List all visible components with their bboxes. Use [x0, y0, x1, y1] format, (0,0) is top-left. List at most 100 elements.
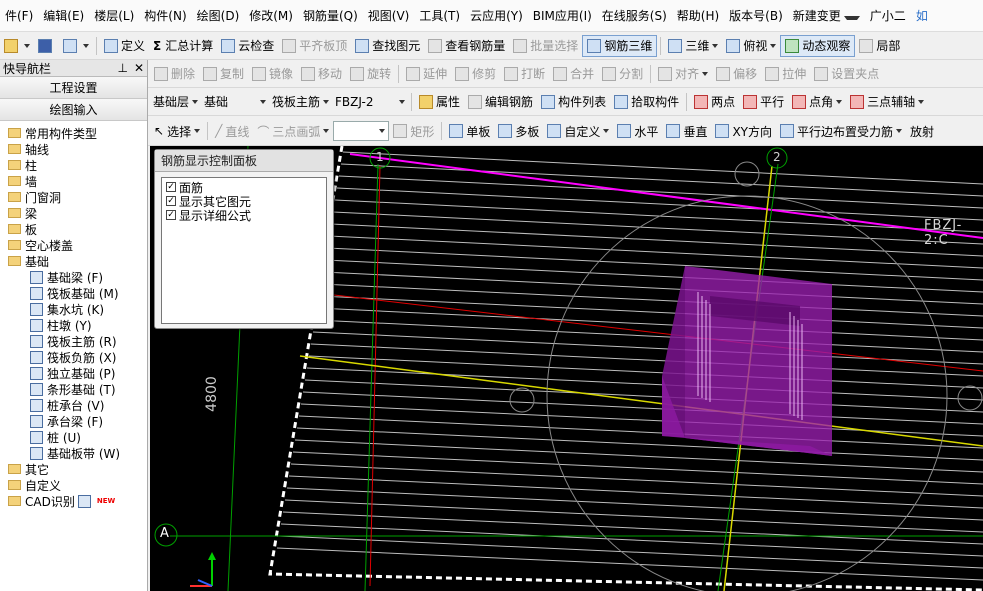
- menu-bim[interactable]: BIM应用(I): [528, 7, 597, 24]
- radial-button[interactable]: 放射: [906, 120, 938, 142]
- rotate-button[interactable]: 旋转: [346, 63, 395, 85]
- define-button[interactable]: 定义: [100, 35, 149, 57]
- tree-leaf[interactable]: 基础梁 (F): [2, 269, 147, 285]
- break-button[interactable]: 打断: [500, 63, 549, 85]
- two-points-button[interactable]: 两点: [690, 91, 739, 113]
- menu-online[interactable]: 在线服务(S): [597, 7, 672, 24]
- menu-tools[interactable]: 工具(T): [414, 7, 465, 24]
- component-list-button[interactable]: 构件列表: [537, 91, 610, 113]
- tree-node[interactable]: 常用构件类型: [2, 125, 147, 141]
- floor-select[interactable]: 基础层: [150, 92, 201, 112]
- line-button[interactable]: ╱ 直线: [211, 120, 253, 142]
- tree-node[interactable]: 空心楼盖: [2, 237, 147, 253]
- tree-node[interactable]: 轴线: [2, 141, 147, 157]
- delete-button[interactable]: 删除: [150, 63, 199, 85]
- single-board-button[interactable]: 单板: [445, 120, 494, 142]
- menu-more[interactable]: 如: [911, 7, 933, 24]
- split-button[interactable]: 分割: [598, 63, 647, 85]
- category-select[interactable]: 基础: [201, 92, 269, 112]
- menu-help[interactable]: 帮助(H): [672, 7, 724, 24]
- batch-select-button[interactable]: 批量选择: [509, 35, 582, 57]
- rect-button[interactable]: 矩形: [389, 120, 438, 142]
- tree-leaf[interactable]: 桩 (U): [2, 429, 147, 445]
- new-change-button[interactable]: 新建变更: [788, 7, 865, 24]
- eng-settings-button[interactable]: 工程设置: [0, 77, 147, 99]
- menu-component[interactable]: 构件(N): [139, 7, 191, 24]
- menu-file[interactable]: 件(F): [0, 7, 38, 24]
- tree-node[interactable]: 梁: [2, 205, 147, 221]
- tree-leaf[interactable]: 筏板基础 (M): [2, 285, 147, 301]
- tree-node[interactable]: 其它: [2, 461, 147, 477]
- top-view-button[interactable]: 俯视: [722, 35, 780, 57]
- menu-version[interactable]: 版本号(B): [724, 7, 788, 24]
- select-button[interactable]: ↖ 选择: [150, 120, 204, 142]
- tree-node[interactable]: 柱: [2, 157, 147, 173]
- vertical-button[interactable]: 垂直: [662, 120, 711, 142]
- point-angle-button[interactable]: 点角: [788, 91, 846, 113]
- name-select[interactable]: FBZJ-2: [332, 92, 408, 112]
- menu-floor[interactable]: 楼层(L): [89, 7, 139, 24]
- guangxiaoer-button[interactable]: 广小二: [865, 7, 911, 24]
- tree-leaf[interactable]: 集水坑 (K): [2, 301, 147, 317]
- open-file-button[interactable]: [0, 35, 34, 57]
- save-button[interactable]: [34, 35, 59, 57]
- tree-leaf-selected[interactable]: 筏板主筋 (R): [2, 333, 147, 349]
- tree-leaf[interactable]: 柱墩 (Y): [2, 317, 147, 333]
- trim-button[interactable]: 修剪: [451, 63, 500, 85]
- multi-board-button[interactable]: 多板: [494, 120, 543, 142]
- menu-rebar-qty[interactable]: 钢筋量(Q): [298, 7, 363, 24]
- pin-icon[interactable]: ⊥: [117, 61, 127, 75]
- parallel-edge-button[interactable]: 平行边布置受力筋: [776, 120, 906, 142]
- horizontal-button[interactable]: 水平: [613, 120, 662, 142]
- tree-leaf[interactable]: 独立基础 (P): [2, 365, 147, 381]
- tree-leaf[interactable]: 承台梁 (F): [2, 413, 147, 429]
- custom-button[interactable]: 自定义: [543, 120, 613, 142]
- local-view-button[interactable]: 局部: [855, 35, 904, 57]
- sum-calc-button[interactable]: Σ 汇总计算: [149, 35, 217, 57]
- copy-button[interactable]: 复制: [199, 63, 248, 85]
- pick-component-button[interactable]: 拾取构件: [610, 91, 683, 113]
- tree-node[interactable]: 墙: [2, 173, 147, 189]
- menu-view[interactable]: 视图(V): [363, 7, 415, 24]
- xy-direction-button[interactable]: XY方向: [711, 120, 776, 142]
- tree-leaf[interactable]: 条形基础 (T): [2, 381, 147, 397]
- menu-draw[interactable]: 绘图(D): [192, 7, 245, 24]
- cloud-check-button[interactable]: 云检查: [217, 35, 278, 57]
- tree-leaf[interactable]: 基础板带 (W): [2, 445, 147, 461]
- view-rebar-qty-button[interactable]: 查看钢筋量: [424, 35, 509, 57]
- undo-button[interactable]: [59, 35, 93, 57]
- arc-button[interactable]: ⌒ 三点画弧: [253, 120, 333, 142]
- tree-leaf[interactable]: 筏板负筋 (X): [2, 349, 147, 365]
- parallel-button[interactable]: 平行: [739, 91, 788, 113]
- level-top-button[interactable]: 平齐板顶: [278, 35, 351, 57]
- mirror-button[interactable]: 镜像: [248, 63, 297, 85]
- three-point-aux-button[interactable]: 三点辅轴: [846, 91, 928, 113]
- tree-node[interactable]: 自定义: [2, 477, 147, 493]
- dynamic-observe-button[interactable]: 动态观察: [780, 34, 856, 57]
- menu-modify[interactable]: 修改(M): [244, 7, 298, 24]
- attributes-button[interactable]: 属性: [415, 91, 464, 113]
- view-3d-button[interactable]: 三维: [664, 35, 722, 57]
- tree-node[interactable]: CAD识别 NEW: [2, 493, 147, 509]
- tree-node[interactable]: 基础: [2, 253, 147, 269]
- move-button[interactable]: 移动: [297, 63, 346, 85]
- set-clamp-button[interactable]: 设置夹点: [810, 63, 883, 85]
- drawing-input-button[interactable]: 绘图输入: [0, 99, 147, 121]
- merge-button[interactable]: 合并: [549, 63, 598, 85]
- rebar-3d-button[interactable]: 钢筋三维: [582, 34, 658, 57]
- offset-button[interactable]: 偏移: [712, 63, 761, 85]
- type-select[interactable]: 筏板主筋: [269, 92, 332, 112]
- tree-leaf[interactable]: 桩承台 (V): [2, 397, 147, 413]
- find-element-button[interactable]: 查找图元: [351, 35, 424, 57]
- edit-rebar-button[interactable]: 编辑钢筋: [464, 91, 537, 113]
- menu-edit[interactable]: 编辑(E): [38, 7, 89, 24]
- tree-node[interactable]: 板: [2, 221, 147, 237]
- menu-cloud[interactable]: 云应用(Y): [465, 7, 528, 24]
- option-show-detail-formula[interactable]: ✓ 显示详细公式: [166, 208, 322, 223]
- extend-button[interactable]: 延伸: [402, 63, 451, 85]
- tree-node[interactable]: 门窗洞: [2, 189, 147, 205]
- align-button[interactable]: 对齐: [654, 63, 712, 85]
- stretch-button[interactable]: 拉伸: [761, 63, 810, 85]
- close-icon[interactable]: ✕: [134, 61, 144, 75]
- shape-select[interactable]: [333, 121, 390, 141]
